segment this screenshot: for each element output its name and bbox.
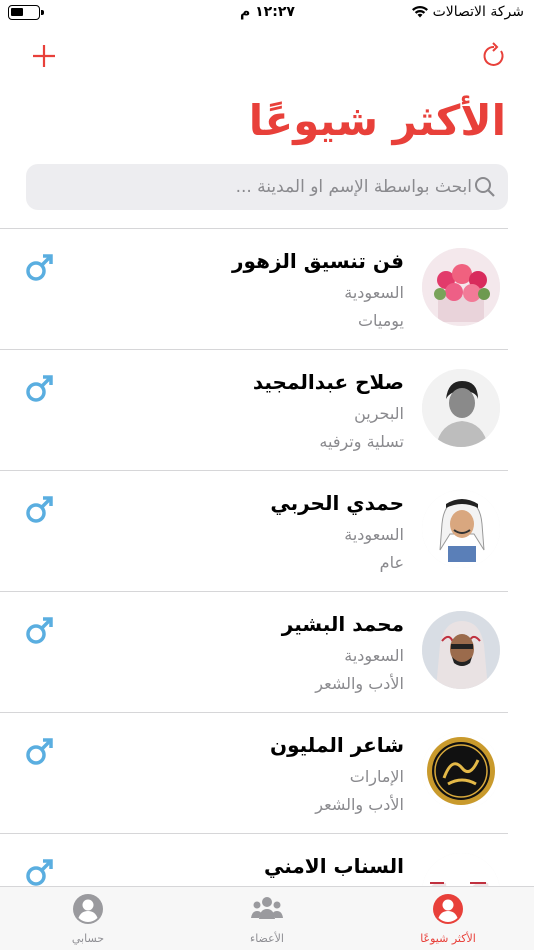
avatar-gold-logo	[422, 732, 500, 810]
clock: ١٢:٢٧ م	[240, 4, 295, 20]
tab-members[interactable]: الأعضاء	[207, 893, 327, 949]
refresh-icon	[483, 42, 504, 66]
avatar-caricature	[422, 490, 500, 568]
member-country: الإمارات	[349, 767, 404, 786]
search-icon	[474, 176, 496, 202]
member-country: البحرين	[354, 404, 404, 423]
members-group-icon	[251, 897, 283, 919]
wifi-icon	[410, 4, 430, 23]
member-name: السناب الامني	[264, 854, 404, 878]
page-title: الأكثر شيوعًا	[248, 96, 506, 145]
member-category: الأدب والشعر	[315, 674, 404, 693]
tab-popular-label: الأكثر شيوعًا	[420, 932, 476, 945]
plus-icon	[33, 45, 55, 67]
member-name: حمدي الحربي	[270, 491, 404, 515]
member-category: يوميات	[357, 311, 404, 330]
male-icon	[24, 735, 56, 771]
battery-icon	[8, 5, 44, 20]
member-name: شاعر المليون	[270, 733, 404, 757]
list-item[interactable]: صلاح عبدالمجيد البحرين تسلية وترفيه	[0, 349, 508, 470]
male-icon	[24, 372, 56, 408]
male-icon	[24, 614, 56, 650]
members-list: فن تنسيق الزهور السعودية يوميات صلاح عبد…	[0, 228, 534, 950]
member-category: تسلية وترفيه	[319, 432, 404, 451]
carrier-name: شركة الاتصالات	[432, 4, 524, 20]
avatar-flowers	[422, 248, 500, 326]
member-category: الأدب والشعر	[315, 795, 404, 814]
account-person-icon	[73, 894, 103, 924]
member-category: عام	[379, 553, 404, 572]
search-bar[interactable]	[26, 164, 508, 210]
male-icon	[24, 251, 56, 287]
member-name: فن تنسيق الزهور	[232, 249, 404, 273]
tab-members-label: الأعضاء	[250, 932, 284, 945]
avatar-person-bw	[422, 369, 500, 447]
member-name: محمد البشير	[281, 612, 404, 636]
add-button[interactable]	[24, 36, 64, 76]
status-bar: شركة الاتصالات ١٢:٢٧ م	[0, 0, 534, 28]
tab-popular[interactable]: الأكثر شيوعًا	[388, 893, 508, 949]
member-country: السعودية	[344, 525, 404, 544]
search-input[interactable]	[42, 164, 472, 210]
tab-account-label: حسابي	[71, 932, 105, 945]
list-item[interactable]: حمدي الحربي السعودية عام	[0, 470, 508, 591]
member-country: السعودية	[344, 283, 404, 302]
tab-account[interactable]: حسابي	[28, 893, 148, 949]
list-item[interactable]: محمد البشير السعودية الأدب والشعر	[0, 591, 508, 712]
list-item[interactable]: شاعر المليون الإمارات الأدب والشعر	[0, 712, 508, 833]
refresh-button[interactable]	[474, 36, 514, 76]
member-name: صلاح عبدالمجيد	[252, 370, 404, 394]
male-icon	[24, 493, 56, 529]
avatar-person-ghutra	[422, 611, 500, 689]
popular-person-icon	[433, 894, 463, 924]
list-item[interactable]: فن تنسيق الزهور السعودية يوميات	[0, 228, 508, 349]
tab-bar: الأكثر شيوعًا الأعضاء حسابي	[0, 886, 534, 950]
member-country: السعودية	[344, 646, 404, 665]
